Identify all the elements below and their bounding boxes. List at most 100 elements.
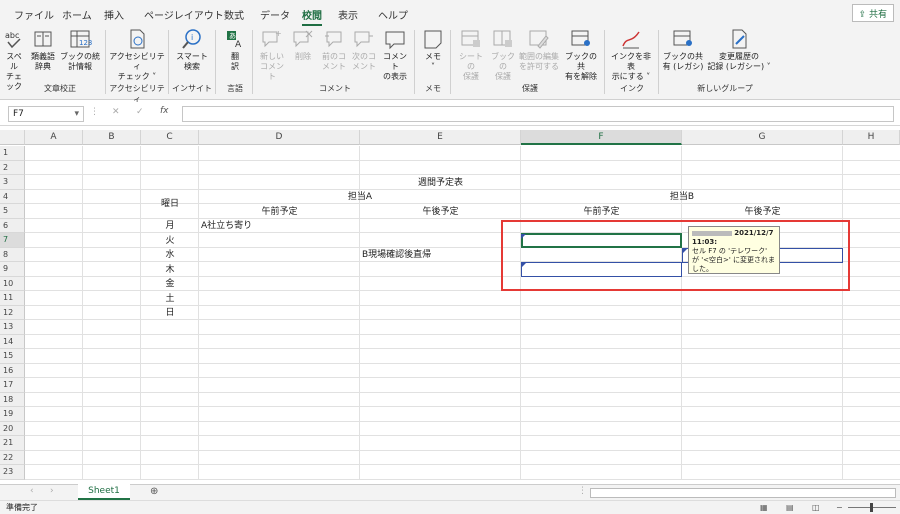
smart-lookup-icon: i [182,29,201,49]
column-header-f[interactable]: F [521,130,682,145]
row-header-13[interactable]: 13 [0,320,25,335]
cancel-icon[interactable]: ✕ [112,107,120,117]
row-header-9[interactable]: 9 [0,262,25,277]
page-break-icon[interactable]: ◫ [812,501,820,514]
workbook-statistics-button[interactable]: 123 ブックの統 計情報 [60,28,100,72]
column-header-g[interactable]: G [682,130,843,145]
formula-input[interactable] [182,106,894,122]
protect-sheet-button[interactable]: シートの 保護 [456,28,486,82]
column-header-a[interactable]: A [25,130,83,145]
tab-file[interactable]: ファイル [14,7,54,22]
tab-page-layout[interactable]: ページレイアウト [144,7,224,22]
column-header-h[interactable]: H [843,130,900,145]
column-header-c[interactable]: C [141,130,199,145]
weekday-cell[interactable]: 木 [141,263,199,277]
tab-home[interactable]: ホーム [62,7,92,22]
pm-a-header[interactable]: 午後予定 [360,205,521,219]
row-header-15[interactable]: 15 [0,349,25,364]
column-header-d[interactable]: D [199,130,360,145]
am-b-header[interactable]: 午前予定 [521,205,682,219]
row-header-18[interactable]: 18 [0,392,25,407]
title-cell[interactable]: 週間予定表 [199,176,682,190]
column-header-e[interactable]: E [360,130,521,145]
owner-a-header[interactable]: 担当A [199,190,521,204]
row-header-10[interactable]: 10 [0,276,25,291]
row-header-14[interactable]: 14 [0,334,25,349]
pm-b-header[interactable]: 午後予定 [682,205,843,219]
weekday-cell[interactable]: 水 [141,248,199,262]
notes-button[interactable]: メモ ˅ [420,28,446,72]
weekday-cell[interactable]: 金 [141,277,199,291]
spellcheck-button[interactable]: abc スペル チェック [3,28,25,92]
row-header-23[interactable]: 23 [0,465,25,480]
page-layout-icon[interactable]: ▤ [786,501,794,514]
hide-ink-button[interactable]: インクを非表 示にする ˅ [608,28,654,82]
new-comment-button[interactable]: + 新しい コメント [258,28,286,82]
add-sheet-icon[interactable]: ⊕ [150,486,158,497]
scroll-left-icon[interactable]: ‹ [30,486,34,496]
protect-workbook-button[interactable]: ブックの 保護 [488,28,518,82]
previous-comment-button[interactable]: 前のコ メント [320,28,348,72]
tab-view[interactable]: 表示 [338,7,358,22]
allow-edit-ranges-button[interactable]: 範囲の編集 を許可する [518,28,560,72]
weekday-header[interactable]: 曜日 [141,197,199,211]
spellcheck-icon: abc [5,31,21,49]
sheet-tab-sheet1[interactable]: Sheet1 [78,484,130,500]
zoom-out-icon[interactable]: − [836,501,843,514]
next-comment-button[interactable]: 次のコ メント [350,28,378,72]
row-header-22[interactable]: 22 [0,450,25,465]
share-legacy-icon [673,30,692,46]
row-gridline [25,478,900,480]
row-header-16[interactable]: 16 [0,363,25,378]
column-header-b[interactable]: B [83,130,141,145]
row-header-2[interactable]: 2 [0,160,25,175]
tab-review[interactable]: 校閲 [302,7,322,26]
row-header-19[interactable]: 19 [0,407,25,422]
normal-view-icon[interactable]: ▦ [760,501,768,514]
name-box[interactable]: F7 ▾ [8,106,84,122]
cell-d6[interactable]: A社立ち寄り [201,219,252,233]
row-header-3[interactable]: 3 [0,175,25,190]
tab-data[interactable]: データ [260,7,290,22]
enter-icon[interactable]: ✓ [136,107,144,117]
row-header-12[interactable]: 12 [0,305,25,320]
select-all-corner[interactable] [0,130,25,145]
accessibility-icon [130,29,145,49]
translate-button[interactable]: あA 翻訳 [220,28,250,72]
track-changes-button[interactable]: 変更履歴の 記録 (レガシー) ˅ [706,28,772,72]
smart-lookup-button[interactable]: i スマート 検索 [172,28,212,72]
new-comment-icon: + [262,29,282,48]
thesaurus-button[interactable]: 類義語 辞典 [28,28,58,72]
horizontal-scrollbar[interactable] [590,488,896,498]
weekday-cell[interactable]: 日 [141,306,199,320]
tab-help[interactable]: ヘルプ [378,7,408,22]
fx-icon[interactable]: fx [160,106,169,116]
tab-insert[interactable]: 挿入 [104,7,124,22]
weekday-cell[interactable]: 土 [141,292,199,306]
share-button[interactable]: ⇪ 共有 [851,4,894,22]
row-header-1[interactable]: 1 [0,146,25,161]
weekday-cell[interactable]: 火 [141,234,199,248]
row-header-4[interactable]: 4 [0,189,25,204]
row-header-7[interactable]: 7 [0,233,25,248]
row-header-11[interactable]: 11 [0,291,25,306]
row-header-6[interactable]: 6 [0,218,25,233]
weekday-cell[interactable]: 月 [141,219,199,233]
share-legacy-button[interactable]: ブックの共有 (レガシ) [662,28,704,72]
accessibility-check-button[interactable]: アクセシビリティ チェック ˅ [108,28,166,82]
zoom-slider-thumb[interactable] [870,503,873,512]
scroll-right-icon[interactable]: › [50,486,54,496]
row-header-21[interactable]: 21 [0,436,25,451]
row-header-5[interactable]: 5 [0,204,25,219]
tab-formulas[interactable]: 数式 [224,7,244,22]
show-comments-button[interactable]: コメント の表示 [380,28,410,82]
cell-e8[interactable]: B現場確認後直帰 [362,248,431,262]
row-header-20[interactable]: 20 [0,421,25,436]
delete-comment-button[interactable]: 削除 [290,28,316,62]
owner-b-header[interactable]: 担当B [521,190,843,204]
svg-text:A: A [235,40,242,50]
am-a-header[interactable]: 午前予定 [199,205,360,219]
row-header-8[interactable]: 8 [0,247,25,262]
unshare-workbook-button[interactable]: ブックの共 有を解除 [562,28,600,82]
row-header-17[interactable]: 17 [0,378,25,393]
